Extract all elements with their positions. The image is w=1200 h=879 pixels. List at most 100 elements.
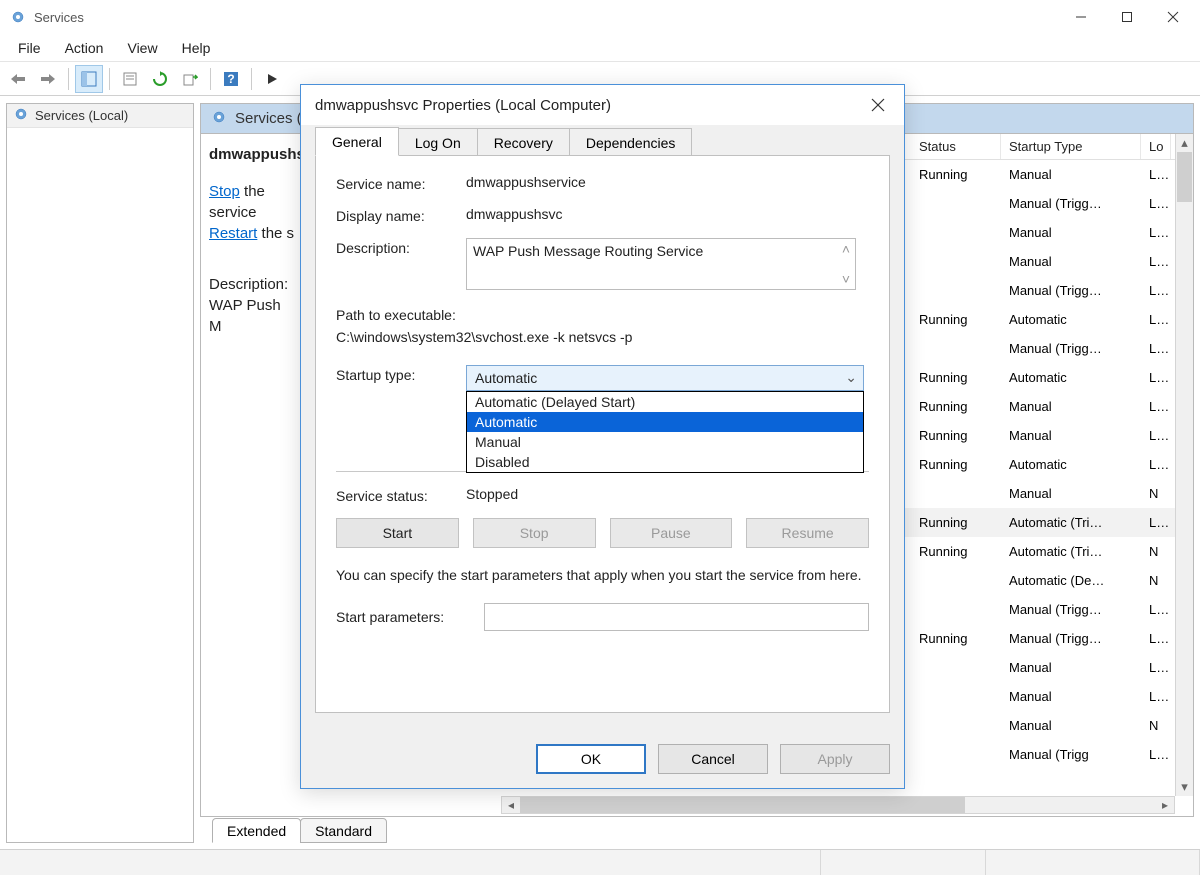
start-service-button[interactable] bbox=[258, 65, 286, 93]
label-start-params: Start parameters: bbox=[336, 609, 466, 625]
cell-logon: Lo bbox=[1141, 515, 1171, 530]
export-button[interactable] bbox=[176, 65, 204, 93]
properties-button[interactable] bbox=[116, 65, 144, 93]
menu-view[interactable]: View bbox=[115, 36, 169, 60]
cell-startup: Automatic bbox=[1001, 457, 1141, 472]
stop-button[interactable]: Stop bbox=[473, 518, 596, 548]
startup-option[interactable]: Manual bbox=[467, 432, 863, 452]
cancel-button[interactable]: Cancel bbox=[658, 744, 768, 774]
cell-startup: Automatic (Tri… bbox=[1001, 544, 1141, 559]
pause-button[interactable]: Pause bbox=[610, 518, 733, 548]
startup-type-combo[interactable]: Automatic ⌄ bbox=[466, 365, 864, 391]
menu-help[interactable]: Help bbox=[170, 36, 223, 60]
startup-type-dropdown[interactable]: Automatic (Delayed Start)AutomaticManual… bbox=[466, 391, 864, 473]
dialog-close-button[interactable] bbox=[866, 93, 890, 117]
back-button[interactable] bbox=[4, 65, 32, 93]
label-path: Path to executable: bbox=[336, 304, 869, 326]
cell-status: Running bbox=[911, 167, 1001, 182]
cell-status: Running bbox=[911, 312, 1001, 327]
separator bbox=[68, 68, 69, 90]
cell-startup: Manual bbox=[1001, 225, 1141, 240]
startup-option[interactable]: Disabled bbox=[467, 452, 863, 472]
cell-logon: Lo bbox=[1141, 341, 1171, 356]
menu-action[interactable]: Action bbox=[53, 36, 116, 60]
scroll-down-icon[interactable]: ▾ bbox=[1176, 778, 1193, 796]
cell-startup: Manual bbox=[1001, 718, 1141, 733]
tab-dependencies[interactable]: Dependencies bbox=[569, 128, 693, 156]
chevron-down-icon: ⌄ bbox=[845, 369, 857, 386]
scroll-down-icon[interactable]: ˅ bbox=[839, 271, 853, 287]
separator bbox=[251, 68, 252, 90]
cell-startup: Automatic bbox=[1001, 312, 1141, 327]
properties-dialog: dmwappushsvc Properties (Local Computer)… bbox=[300, 84, 905, 789]
bottom-tabs: Extended Standard bbox=[206, 817, 1188, 843]
forward-button[interactable] bbox=[34, 65, 62, 93]
description-textarea[interactable]: WAP Push Message Routing Service ˄ ˅ bbox=[466, 238, 856, 290]
cell-startup: Manual (Trigg… bbox=[1001, 341, 1141, 356]
label-service-status: Service status: bbox=[336, 486, 466, 504]
tab-extended[interactable]: Extended bbox=[212, 818, 301, 843]
refresh-button[interactable] bbox=[146, 65, 174, 93]
tab-standard[interactable]: Standard bbox=[300, 818, 387, 843]
col-startup[interactable]: Startup Type bbox=[1001, 134, 1141, 159]
cell-startup: Manual (Trigg… bbox=[1001, 631, 1141, 646]
menu-file[interactable]: File bbox=[6, 36, 53, 60]
scroll-left-icon[interactable]: ◂ bbox=[502, 797, 520, 813]
separator bbox=[210, 68, 211, 90]
startup-type-value: Automatic bbox=[475, 370, 537, 386]
cell-logon: Lo bbox=[1141, 747, 1171, 762]
detail-stop-line: Stop the service bbox=[209, 181, 295, 223]
svg-text:?: ? bbox=[227, 72, 234, 86]
ok-button[interactable]: OK bbox=[536, 744, 646, 774]
detail-service-name: dmwappushsvc bbox=[209, 144, 295, 165]
description-text: WAP Push Message Routing Service bbox=[473, 243, 703, 259]
minimize-button[interactable] bbox=[1058, 2, 1104, 32]
help-button[interactable]: ? bbox=[217, 65, 245, 93]
cell-startup: Manual bbox=[1001, 167, 1141, 182]
detail-desc-body: WAP Push M bbox=[209, 295, 295, 337]
detail-restart-line: Restart the s bbox=[209, 223, 295, 244]
tab-recovery[interactable]: Recovery bbox=[477, 128, 570, 156]
cell-logon: Lo bbox=[1141, 428, 1171, 443]
tab-logon[interactable]: Log On bbox=[398, 128, 478, 156]
value-service-name: dmwappushservice bbox=[466, 174, 869, 190]
stop-link[interactable]: Stop bbox=[209, 183, 240, 200]
scroll-up-icon[interactable]: ˄ bbox=[839, 241, 853, 257]
scroll-up-icon[interactable]: ▴ bbox=[1176, 134, 1193, 152]
cell-logon: Lo bbox=[1141, 196, 1171, 211]
label-display-name: Display name: bbox=[336, 206, 466, 224]
vertical-scrollbar[interactable]: ▴ ▾ bbox=[1175, 134, 1193, 796]
col-status[interactable]: Status bbox=[911, 134, 1001, 159]
apply-button[interactable]: Apply bbox=[780, 744, 890, 774]
dialog-titlebar: dmwappushsvc Properties (Local Computer) bbox=[301, 85, 904, 125]
dialog-title: dmwappushsvc Properties (Local Computer) bbox=[315, 97, 866, 114]
restart-link[interactable]: Restart bbox=[209, 225, 257, 242]
start-params-note: You can specify the start parameters tha… bbox=[336, 566, 869, 586]
tree-item-services-local[interactable]: Services (Local) bbox=[7, 104, 193, 128]
cell-startup: Manual bbox=[1001, 254, 1141, 269]
label-service-name: Service name: bbox=[336, 174, 466, 192]
col-logon[interactable]: Lo bbox=[1141, 134, 1171, 159]
scroll-right-icon[interactable]: ▸ bbox=[1156, 797, 1174, 813]
cell-logon: Lo bbox=[1141, 602, 1171, 617]
cell-status: Running bbox=[911, 457, 1001, 472]
cell-startup: Manual bbox=[1001, 660, 1141, 675]
tab-general[interactable]: General bbox=[315, 127, 399, 156]
resume-button[interactable]: Resume bbox=[746, 518, 869, 548]
cell-logon: Lo bbox=[1141, 312, 1171, 327]
cell-status: Running bbox=[911, 370, 1001, 385]
window-title: Services bbox=[34, 10, 1058, 25]
horizontal-scrollbar[interactable]: ◂ ▸ bbox=[501, 796, 1175, 814]
label-description: Description: bbox=[336, 238, 466, 256]
general-page: Service name: dmwappushservice Display n… bbox=[315, 155, 890, 713]
startup-option[interactable]: Automatic bbox=[467, 412, 863, 432]
tree-item-label: Services (Local) bbox=[35, 108, 128, 123]
value-display-name: dmwappushsvc bbox=[466, 206, 869, 222]
start-params-input[interactable] bbox=[484, 603, 869, 631]
maximize-button[interactable] bbox=[1104, 2, 1150, 32]
statusbar bbox=[0, 849, 1200, 875]
close-button[interactable] bbox=[1150, 2, 1196, 32]
start-button[interactable]: Start bbox=[336, 518, 459, 548]
startup-option[interactable]: Automatic (Delayed Start) bbox=[467, 392, 863, 412]
detail-view-button[interactable] bbox=[75, 65, 103, 93]
